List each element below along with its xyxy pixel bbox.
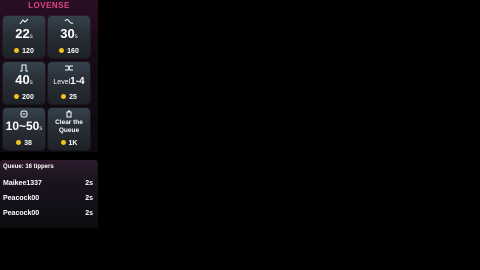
token-price: 160 [48, 47, 90, 56]
token-icon [61, 94, 67, 99]
brand-logo: LOVENSE [28, 1, 70, 10]
queue-title: Queue: 16 tippers [3, 164, 54, 170]
tip-level-random[interactable]: Level1-4 25 [48, 62, 90, 104]
tip-level-22s[interactable]: 22s 120 [3, 16, 45, 58]
tip-duration: 40s [15, 72, 33, 87]
token-price: 120 [3, 47, 45, 56]
tipper-name: Peacock00 [3, 195, 40, 202]
tip-level-control[interactable]: 10~50s 38 [3, 108, 45, 150]
token-icon [16, 140, 22, 145]
tipper-queue: Queue: 16 tippers Maikee1337 2s Peacock0… [0, 160, 98, 228]
token-price: 1K [48, 139, 90, 148]
tipper-time: 2s [85, 180, 93, 187]
token-price: 38 [3, 139, 45, 148]
token-icon [14, 94, 20, 99]
tip-level-range: Level1-4 [53, 76, 85, 87]
tipper-time: 2s [85, 210, 93, 217]
clear-queue-icon [48, 110, 90, 118]
tip-duration: 10~50s [5, 119, 43, 133]
clear-queue-label: Clear the Queue [55, 119, 83, 134]
random-icon [48, 64, 90, 72]
tipper-name: Peacock00 [3, 210, 40, 217]
token-icon [14, 48, 20, 53]
pulse-icon [3, 18, 45, 26]
tip-duration: 30s [60, 26, 78, 41]
token-icon [60, 140, 66, 145]
queue-row: Maikee1337 2s [3, 180, 93, 190]
tip-level-30s[interactable]: 30s 160 [48, 16, 90, 58]
token-icon [59, 48, 65, 53]
clear-queue-button[interactable]: Clear the Queue 1K [48, 108, 90, 150]
tipper-time: 2s [85, 195, 93, 202]
token-price: 200 [3, 93, 45, 102]
wave-icon [48, 18, 90, 26]
control-icon [3, 110, 45, 118]
queue-row: Peacock00 2s [3, 210, 93, 220]
token-price: 25 [48, 93, 90, 102]
tip-level-40s[interactable]: 40s 200 [3, 62, 45, 104]
square-wave-icon [3, 64, 45, 72]
tipper-name: Maikee1337 [3, 180, 42, 187]
queue-row: Peacock00 2s [3, 195, 93, 205]
tip-menu-panel: LOVENSE 22s 120 30s 160 40s 200 Level1-4… [0, 0, 98, 152]
tip-duration: 22s [15, 26, 33, 41]
